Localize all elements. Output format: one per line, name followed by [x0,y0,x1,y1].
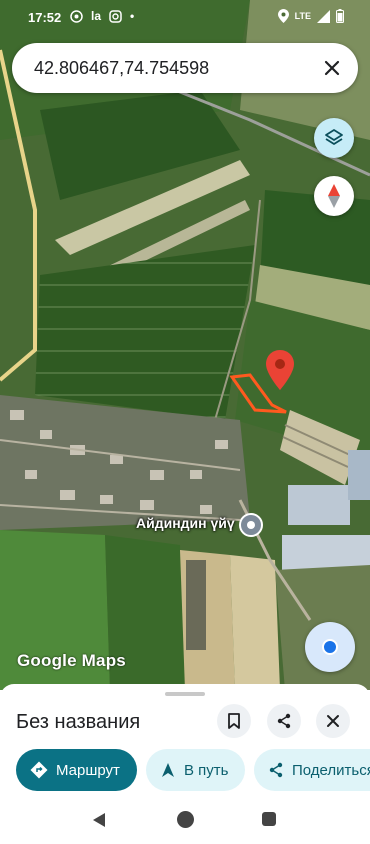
close-icon [327,715,339,727]
battery-icon [336,9,344,23]
more-notifications-dot: • [130,9,135,23]
share-chip[interactable]: Поделиться [254,749,370,791]
place-title: Без названия [16,711,141,733]
place-marker-icon[interactable] [239,513,263,537]
system-icons: LTE [277,9,344,23]
start-button[interactable]: В путь [146,749,245,791]
share-icon [269,762,283,778]
status-bar: 17:52 la • LTE [0,0,370,36]
map-pin-icon[interactable] [266,350,294,390]
whatsapp-icon [70,9,83,23]
place-label[interactable]: Айдиндин үйү [136,515,235,531]
map-view[interactable]: Айдиндин үйү Google Maps [0,0,370,690]
route-button[interactable]: Маршрут [16,749,137,791]
start-label: В путь [184,761,229,779]
back-icon[interactable] [92,812,106,828]
search-bar[interactable]: 42.806467,74.754598 [12,43,358,93]
location-icon [277,9,289,23]
navigation-arrow-icon [162,763,174,777]
my-location-button[interactable] [305,622,355,672]
route-label: Маршрут [56,761,120,779]
compass-icon [328,184,340,208]
recent-apps-icon[interactable] [262,812,276,826]
share-button[interactable] [267,704,301,738]
close-icon[interactable] [320,56,344,80]
my-location-icon [322,639,338,655]
directions-icon [30,761,48,779]
la-icon: la [91,9,102,23]
signal-icon [317,9,330,23]
google-maps-logo: Google Maps [17,651,126,670]
share-icon [277,713,291,729]
network-type: LTE [294,11,311,21]
place-sheet: Без названия Маршрут В путь Поделиться [0,684,370,804]
sheet-drag-handle[interactable] [165,692,205,696]
search-input[interactable]: 42.806467,74.754598 [34,58,209,79]
instagram-icon [109,9,122,23]
close-sheet-button[interactable] [316,704,350,738]
bookmark-icon [228,713,240,729]
compass-button[interactable] [314,176,354,216]
satellite-imagery [0,0,370,690]
save-button[interactable] [217,704,251,738]
notification-icons: la • [70,9,134,23]
layers-button[interactable] [314,118,354,158]
status-time: 17:52 [28,10,62,25]
home-icon[interactable] [177,811,194,828]
system-nav-bar [0,800,370,844]
share-label: Поделиться [292,761,370,779]
layers-icon [325,129,343,145]
